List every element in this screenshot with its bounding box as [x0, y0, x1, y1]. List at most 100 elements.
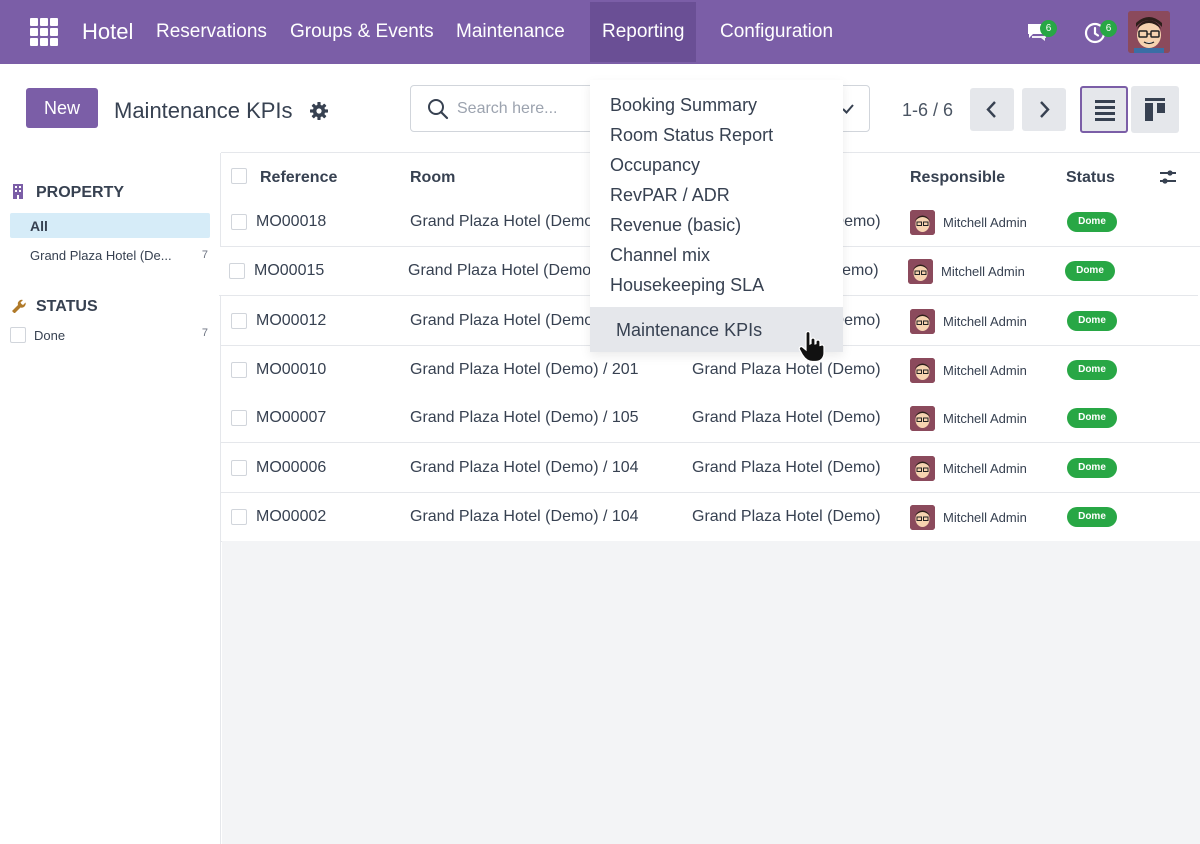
filter-property-item[interactable]: Grand Plaza Hotel (De... [30, 248, 172, 263]
row-responsible: Mitchell Admin [943, 461, 1027, 476]
row-room: Grand Plaza Hotel (Demo) / 104 [410, 508, 639, 525]
nav-maintenance[interactable]: Maintenance [456, 21, 565, 43]
row-checkbox[interactable] [231, 313, 247, 329]
row-room: Grand Plaza Hotel (Demo) / 104 [410, 459, 639, 476]
table-row[interactable]: MO00010 Grand Plaza Hotel (Demo) / 201 G… [221, 346, 1200, 395]
filter-done-label[interactable]: Done [34, 328, 65, 343]
table-row[interactable]: MO00007 Grand Plaza Hotel (Demo) / 105 G… [221, 394, 1200, 443]
hand-pointer-icon [798, 331, 825, 363]
row-responsible: Mitchell Admin [943, 215, 1027, 230]
avatar [910, 456, 935, 481]
row-responsible: Mitchell Admin [943, 363, 1027, 378]
reporting-dropdown-menu: Booking Summary Room Status Report Occup… [590, 80, 843, 352]
property-heading: PROPERTY [10, 183, 124, 202]
row-room: Grand Plaza Hotel (Demo) / 105 [410, 409, 639, 426]
kanban-view-icon [1145, 98, 1165, 121]
row-reference: MO00002 [256, 508, 327, 525]
app-brand[interactable]: Hotel [82, 19, 133, 45]
apps-grid-icon[interactable] [30, 18, 58, 46]
header-status[interactable]: Status [1066, 169, 1115, 187]
nav-reservations[interactable]: Reservations [156, 21, 267, 43]
menu-item-housekeeping-sla[interactable]: Housekeeping SLA [610, 275, 764, 296]
menu-item-revenue-basic[interactable]: Revenue (basic) [610, 215, 741, 236]
status-badge: Dome [1067, 360, 1117, 380]
row-reference: MO00010 [256, 361, 327, 378]
row-checkbox[interactable] [231, 410, 247, 426]
column-settings-icon[interactable] [1159, 169, 1177, 185]
row-reference: MO00006 [256, 459, 327, 476]
select-all-checkbox[interactable] [231, 168, 247, 184]
row-responsible: Mitchell Admin [941, 264, 1025, 279]
header-room[interactable]: Room [410, 169, 455, 187]
list-view-button[interactable] [1080, 86, 1128, 133]
row-checkbox[interactable] [231, 509, 247, 525]
pager-previous-button[interactable] [970, 88, 1014, 131]
menu-item-room-status-report[interactable]: Room Status Report [610, 125, 773, 146]
user-avatar[interactable] [1128, 11, 1170, 53]
header-responsible[interactable]: Responsible [910, 169, 1005, 187]
status-badge: Dome [1065, 261, 1115, 281]
row-reference: MO00012 [256, 312, 327, 329]
row-property: Grand Plaza Hotel (Demo) [692, 409, 881, 426]
row-room: Grand Plaza Hotel (Demo) / 201 [410, 361, 639, 378]
pager-next-button[interactable] [1022, 88, 1066, 131]
status-badge: Dome [1067, 212, 1117, 232]
row-reference: MO00018 [256, 213, 327, 230]
nav-groups-events[interactable]: Groups & Events [290, 21, 434, 43]
menu-item-occupancy[interactable]: Occupancy [610, 155, 700, 176]
row-responsible: Mitchell Admin [943, 411, 1027, 426]
check-icon[interactable] [841, 102, 855, 116]
menu-item-channel-mix[interactable]: Channel mix [610, 245, 710, 266]
filter-done-count: 7 [201, 327, 208, 339]
row-checkbox[interactable] [231, 362, 247, 378]
row-reference: MO00015 [254, 262, 325, 279]
list-empty-area [222, 541, 1200, 844]
row-responsible: Mitchell Admin [943, 510, 1027, 525]
table-row[interactable]: MO00002 Grand Plaza Hotel (Demo) / 104 G… [221, 493, 1200, 542]
menu-item-booking-summary[interactable]: Booking Summary [610, 95, 757, 116]
row-property: Grand Plaza Hotel (Demo) [692, 508, 881, 525]
filter-sidebar: PROPERTY All Grand Plaza Hotel (De... 7 … [0, 153, 221, 844]
filter-done-checkbox[interactable] [10, 327, 26, 343]
menu-item-revpar-adr[interactable]: RevPAR / ADR [610, 185, 730, 206]
status-badge: Dome [1067, 408, 1117, 428]
row-checkbox[interactable] [231, 214, 247, 230]
pager-value[interactable]: 1-6 / 6 [902, 100, 953, 121]
row-checkbox[interactable] [229, 263, 245, 279]
avatar [910, 309, 935, 334]
kanban-view-button[interactable] [1131, 86, 1179, 133]
avatar [910, 210, 935, 235]
menu-item-maintenance-kpis-label: Maintenance KPIs [616, 320, 763, 340]
filter-all[interactable]: All [10, 213, 210, 238]
list-view-icon [1095, 100, 1115, 121]
table-row[interactable]: MO00006 Grand Plaza Hotel (Demo) / 104 G… [221, 444, 1200, 493]
chevron-right-icon [1040, 101, 1050, 118]
avatar [910, 406, 935, 431]
avatar [910, 505, 935, 530]
avatar [908, 259, 933, 284]
status-badge: Dome [1067, 311, 1117, 331]
top-navbar: Hotel Reservations Groups & Events Maint… [0, 0, 1200, 64]
new-button[interactable]: New [26, 88, 98, 128]
header-reference[interactable]: Reference [260, 169, 337, 187]
property-heading-label: PROPERTY [36, 184, 125, 201]
building-icon [13, 184, 23, 199]
wrench-icon [12, 299, 26, 313]
status-badge: Dome [1067, 458, 1117, 478]
row-property: Grand Plaza Hotel (Demo) [692, 459, 881, 476]
nav-configuration[interactable]: Configuration [720, 21, 833, 43]
row-responsible: Mitchell Admin [943, 314, 1027, 329]
row-property: Grand Plaza Hotel (Demo) [692, 361, 881, 378]
gear-icon[interactable] [309, 101, 329, 121]
chat-badge: 6 [1040, 20, 1057, 37]
activity-badge: 6 [1100, 20, 1117, 37]
search-icon [428, 99, 449, 120]
status-heading-label: STATUS [36, 298, 98, 315]
page-title: Maintenance KPIs [114, 98, 293, 123]
nav-reporting[interactable]: Reporting [590, 2, 697, 62]
chevron-left-icon [986, 101, 996, 118]
search-input[interactable] [457, 96, 587, 122]
row-checkbox[interactable] [231, 460, 247, 476]
filter-property-count: 7 [201, 249, 208, 261]
row-reference: MO00007 [256, 409, 327, 426]
